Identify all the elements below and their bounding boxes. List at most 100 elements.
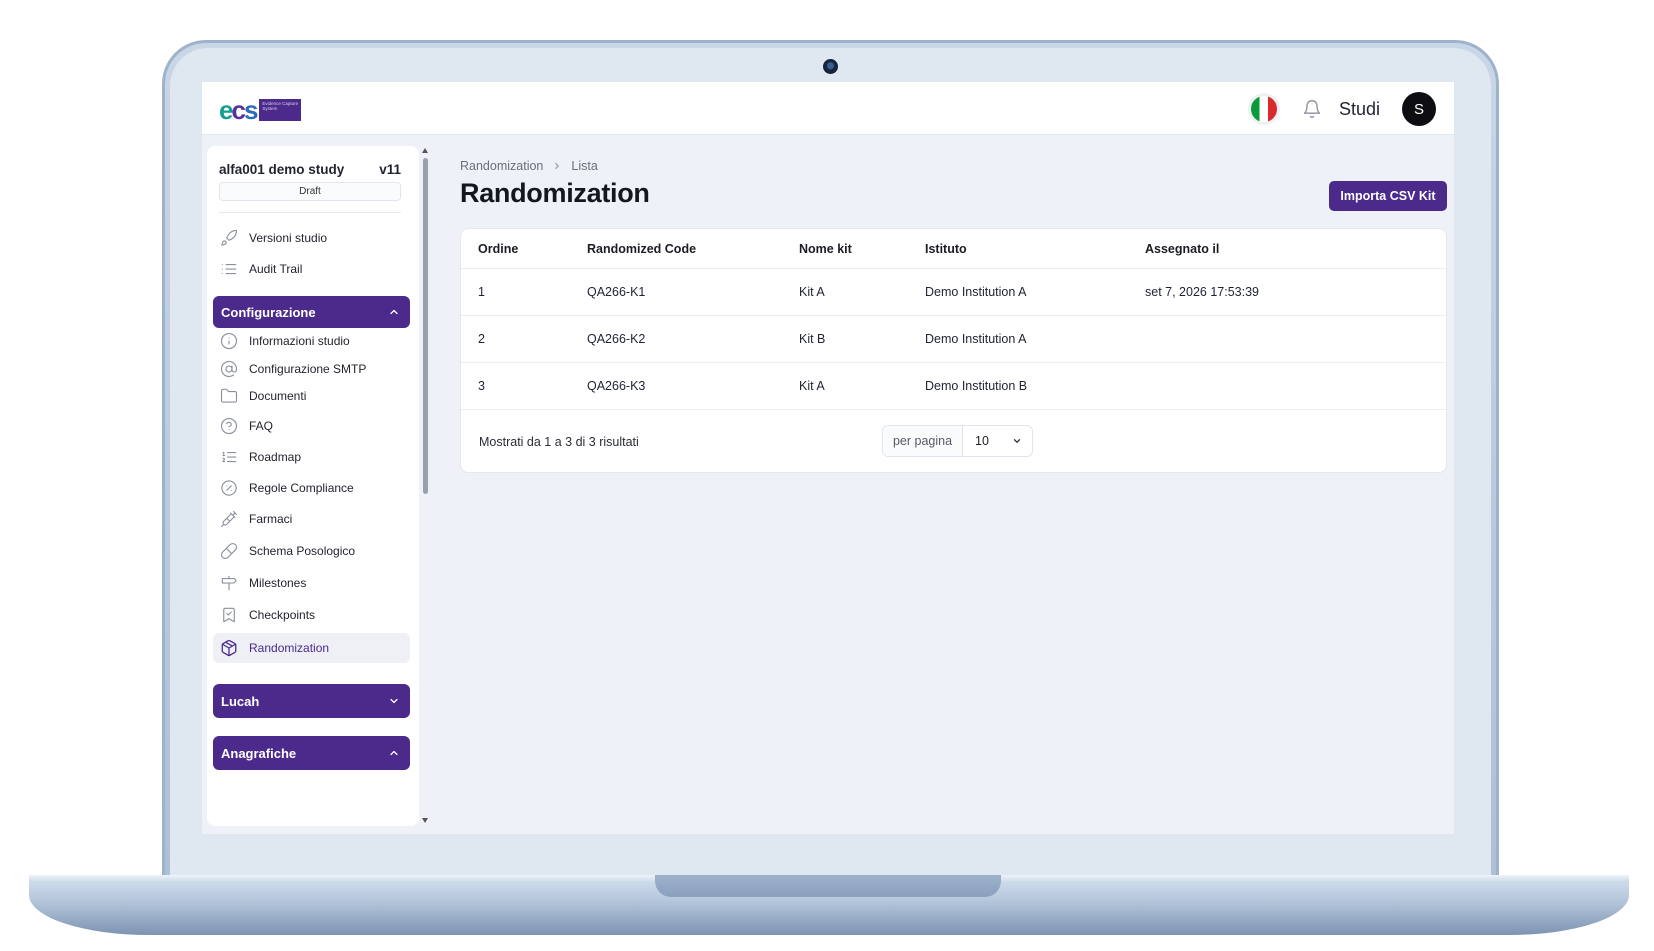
cell-randomized-code: QA266-K3 xyxy=(587,379,646,393)
sidebar: alfa001 demo study v11 Draft Versioni st… xyxy=(207,146,419,826)
table-row[interactable]: 1 QA266-K1 Kit A Demo Institution A set … xyxy=(461,269,1446,316)
sidebar-item-label: FAQ xyxy=(249,419,274,433)
sidebar-item-schema-posologico[interactable]: Schema Posologico xyxy=(219,539,405,563)
scroll-down-arrow-icon[interactable] xyxy=(422,818,428,823)
list-icon xyxy=(219,259,239,279)
user-avatar[interactable]: S xyxy=(1402,92,1436,126)
sidebar-item-label: Audit Trail xyxy=(249,262,303,276)
column-header[interactable]: Ordine xyxy=(478,229,518,268)
sidebar-item-label: Regole Compliance xyxy=(249,481,354,495)
sidebar-item-configurazione-smtp[interactable]: Configurazione SMTP xyxy=(219,357,405,381)
chevron-down-icon xyxy=(1013,439,1021,443)
cell-randomized-code: QA266-K2 xyxy=(587,332,646,346)
sidebar-item-label: Randomization xyxy=(249,641,330,655)
bell-icon[interactable] xyxy=(1302,99,1322,119)
scroll-thumb[interactable] xyxy=(423,158,428,494)
sidebar-item-audit-trail[interactable]: Audit Trail xyxy=(219,257,405,281)
rocket-icon xyxy=(219,228,239,248)
app-logo[interactable]: ecs Evidence Capture System xyxy=(219,97,302,123)
signpost-icon xyxy=(219,573,239,593)
sidebar-item-milestones[interactable]: Milestones xyxy=(219,571,405,595)
syringe-icon xyxy=(219,509,239,529)
sidebar-item-label: Milestones xyxy=(249,576,307,590)
import-csv-kit-button[interactable]: Importa CSV Kit xyxy=(1329,181,1447,211)
sidebar-item-label: Checkpoints xyxy=(249,608,316,622)
sidebar-item-label: Informazioni studio xyxy=(249,334,350,348)
sidebar-item-farmaci[interactable]: Farmaci xyxy=(219,507,405,531)
studi-link[interactable]: Studi xyxy=(1339,99,1380,120)
divider xyxy=(219,212,401,213)
pill-icon xyxy=(219,541,239,561)
sidebar-item-label: Roadmap xyxy=(249,450,302,464)
sidebar-scrollbar[interactable] xyxy=(421,146,429,826)
section-label: Lucah xyxy=(221,693,260,709)
column-header[interactable]: Randomized Code xyxy=(587,229,696,268)
cell-istituto: Demo Institution A xyxy=(925,285,1027,299)
column-header[interactable]: Istituto xyxy=(925,229,967,268)
per-page-label: per pagina xyxy=(883,426,963,456)
cell-assegnato-il: set 7, 2026 17:53:39 xyxy=(1145,285,1259,299)
cell-istituto: Demo Institution B xyxy=(925,379,1028,393)
cell-istituto: Demo Institution A xyxy=(925,332,1027,346)
cell-nome-kit: Kit B xyxy=(799,332,826,346)
section-label: Anagrafiche xyxy=(221,745,297,761)
breadcrumb: Randomization Lista xyxy=(460,159,598,173)
sidebar-item-label: Schema Posologico xyxy=(249,544,356,558)
per-page-value: 10 xyxy=(975,434,989,448)
results-summary: Mostrati da 1 a 3 di 3 risultati xyxy=(479,435,639,449)
cell-ordine: 2 xyxy=(478,332,485,346)
study-status-badge: Draft xyxy=(219,182,401,201)
list-ordered-icon xyxy=(219,447,239,467)
per-page-select[interactable]: 10 xyxy=(963,426,1032,456)
sidebar-item-regole-compliance[interactable]: Regole Compliance xyxy=(219,476,405,500)
sidebar-item-informazioni-studio[interactable]: Informazioni studio xyxy=(219,329,405,353)
sidebar-item-randomization[interactable]: Randomization xyxy=(213,633,410,663)
folder-icon xyxy=(219,386,239,406)
at-icon xyxy=(219,359,239,379)
sidebar-item-faq[interactable]: FAQ xyxy=(219,414,405,438)
badge-percent-icon xyxy=(219,478,239,498)
study-name: alfa001 demo study xyxy=(219,162,345,177)
sidebar-item-label: Farmaci xyxy=(249,512,293,526)
column-header[interactable]: Assegnato il xyxy=(1145,229,1219,268)
section-lucah[interactable]: Lucah xyxy=(213,684,410,718)
info-icon xyxy=(219,331,239,351)
section-configurazione[interactable]: Configurazione xyxy=(213,296,410,328)
chevron-up-icon xyxy=(390,309,398,315)
column-header[interactable]: Nome kit xyxy=(799,229,852,268)
table-row[interactable]: 2 QA266-K2 Kit B Demo Institution A xyxy=(461,316,1446,363)
italian-flag-icon[interactable] xyxy=(1248,93,1280,125)
help-icon xyxy=(219,416,239,436)
breadcrumb-randomization[interactable]: Randomization xyxy=(460,159,543,173)
cell-nome-kit: Kit A xyxy=(799,379,825,393)
bookmark-check-icon xyxy=(219,605,239,625)
sidebar-item-label: Configurazione SMTP xyxy=(249,362,367,376)
breadcrumb-lista: Lista xyxy=(571,159,598,173)
sidebar-item-versioni-studio[interactable]: Versioni studio xyxy=(219,226,405,250)
app-screen: ecs Evidence Capture System Studi S alfa… xyxy=(202,82,1454,834)
package-icon xyxy=(219,638,239,658)
cell-randomized-code: QA266-K1 xyxy=(587,285,646,299)
laptop-notch xyxy=(655,875,1001,897)
chevron-right-icon xyxy=(555,162,560,170)
section-anagrafiche[interactable]: Anagrafiche xyxy=(213,736,410,770)
table-row[interactable]: 3 QA266-K3 Kit A Demo Institution B xyxy=(461,363,1446,410)
table-footer: Mostrati da 1 a 3 di 3 risultati per pag… xyxy=(461,410,1446,472)
per-page-selector[interactable]: per pagina 10 xyxy=(882,425,1033,457)
sidebar-item-documenti[interactable]: Documenti xyxy=(219,384,405,408)
cell-ordine: 3 xyxy=(478,379,485,393)
study-header: alfa001 demo study v11 xyxy=(219,162,401,177)
sidebar-item-roadmap[interactable]: Roadmap xyxy=(219,445,405,469)
top-bar: ecs Evidence Capture System Studi S xyxy=(202,82,1454,135)
study-version: v11 xyxy=(379,162,401,177)
page-title: Randomization xyxy=(460,178,650,208)
section-label: Configurazione xyxy=(221,304,316,320)
sidebar-item-checkpoints[interactable]: Checkpoints xyxy=(219,603,405,627)
chevron-down-icon xyxy=(390,698,398,704)
randomization-table: Ordine Randomized Code Nome kit Istituto… xyxy=(460,228,1447,473)
cell-ordine: 1 xyxy=(478,285,485,299)
scroll-up-arrow-icon[interactable] xyxy=(422,148,428,153)
chevron-up-icon xyxy=(390,750,398,756)
table-header: Ordine Randomized Code Nome kit Istituto… xyxy=(461,229,1446,269)
sidebar-item-label: Versioni studio xyxy=(249,231,328,245)
